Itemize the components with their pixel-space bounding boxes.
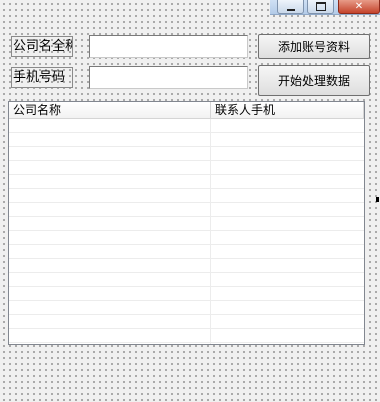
maximize-button[interactable]	[307, 0, 334, 14]
add-account-button[interactable]: 添加账号资料	[258, 34, 370, 59]
column-header-company-name[interactable]: 公司名称	[9, 102, 211, 118]
list-header: 公司名称 联系人手机	[9, 102, 364, 119]
phone-label: 手机号码	[11, 67, 73, 88]
column-divider	[210, 119, 211, 344]
form-design-surface: ✕ 公司名全称 添加账号资料 手机号码 开始处理数据 公司名称 联系人手机	[0, 0, 380, 402]
company-full-name-label: 公司名全称	[11, 36, 73, 57]
column-header-contact-phone[interactable]: 联系人手机	[211, 102, 364, 118]
minimize-button[interactable]	[277, 0, 304, 14]
phone-input[interactable]	[89, 66, 248, 89]
close-icon: ✕	[354, 0, 364, 12]
start-processing-button[interactable]: 开始处理数据	[258, 65, 370, 96]
data-list-view[interactable]: 公司名称 联系人手机	[8, 101, 365, 345]
resize-handle[interactable]	[376, 197, 379, 202]
close-button[interactable]: ✕	[338, 0, 380, 14]
maximize-icon	[315, 2, 326, 11]
list-body[interactable]	[9, 119, 364, 344]
minimize-icon	[286, 8, 295, 11]
company-full-name-input[interactable]	[89, 35, 248, 58]
